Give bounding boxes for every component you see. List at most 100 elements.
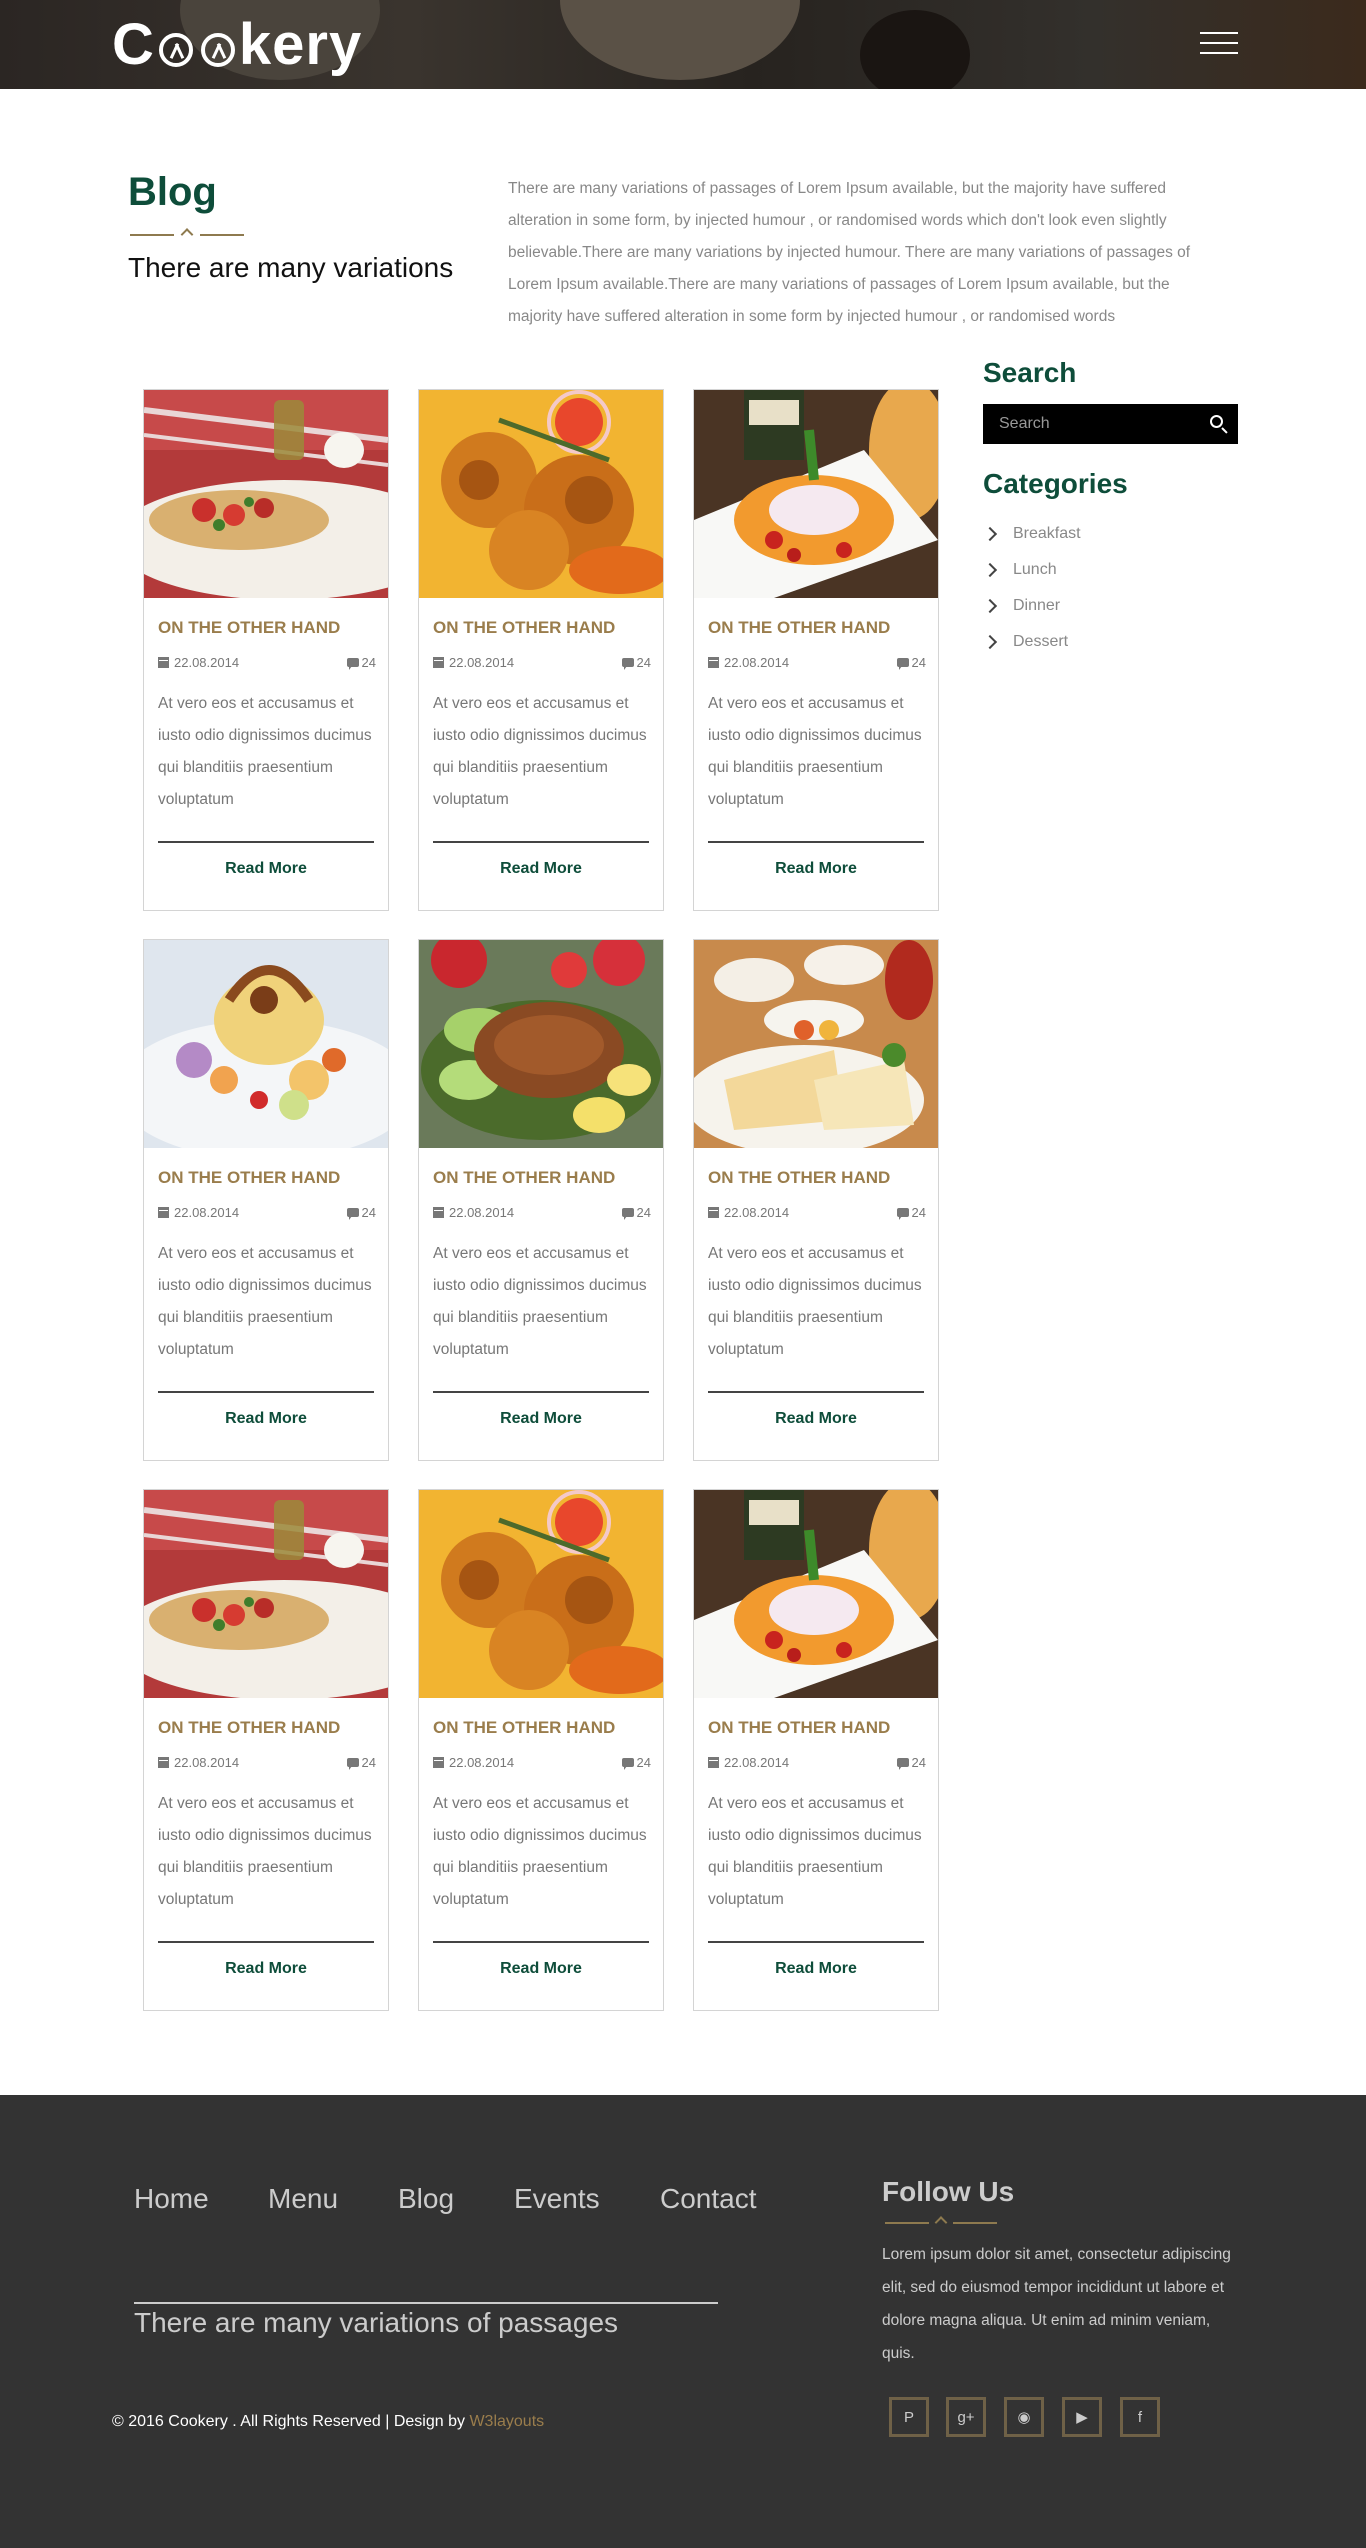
post-title[interactable]: ON THE OTHER HAND <box>433 1168 615 1188</box>
search-input[interactable] <box>983 404 1193 444</box>
blog-post-card: ON THE OTHER HAND 22.08.2014 24 At vero eos… <box>143 389 389 911</box>
page-title: Blog <box>128 170 217 214</box>
post-divider <box>433 841 649 843</box>
read-more-button[interactable]: Read More <box>419 1410 663 1428</box>
post-comments[interactable]: 24 <box>896 1205 926 1220</box>
logo-text: kery <box>238 11 363 77</box>
footer-nav-events[interactable]: Events <box>514 2183 600 2215</box>
post-title[interactable]: ON THE OTHER HAND <box>158 618 340 638</box>
category-link[interactable]: Lunch <box>982 557 1057 583</box>
designer-link[interactable]: W3layouts <box>469 2413 544 2430</box>
category-link[interactable]: Breakfast <box>982 521 1081 547</box>
read-more-button[interactable]: Read More <box>419 1960 663 1978</box>
post-image[interactable] <box>419 1490 663 1698</box>
category-link[interactable]: Dinner <box>982 593 1060 619</box>
facebook-icon[interactable]: f <box>1120 2397 1160 2437</box>
post-divider <box>708 1941 924 1943</box>
header-bg-plate <box>560 0 800 80</box>
post-title[interactable]: ON THE OTHER HAND <box>433 618 615 638</box>
post-excerpt: At vero eos et accusamus et iusto odio d… <box>708 1245 922 1358</box>
footer-nav-home[interactable]: Home <box>134 2183 209 2215</box>
copyright: © 2016 Cookery . All Rights Reserved | D… <box>112 2413 545 2430</box>
search-form <box>983 404 1238 444</box>
post-divider <box>433 1391 649 1393</box>
blog-post-card: ON THE OTHER HAND 22.08.2014 24 At vero eos… <box>418 939 664 1461</box>
post-image[interactable] <box>694 390 938 598</box>
blog-post-card: ON THE OTHER HAND 22.08.2014 24 At vero eos… <box>693 389 939 911</box>
calendar-icon <box>158 1207 169 1218</box>
post-title[interactable]: ON THE OTHER HAND <box>158 1718 340 1738</box>
hamburger-menu-icon[interactable] <box>1200 32 1238 56</box>
post-comments[interactable]: 24 <box>346 655 376 670</box>
post-comments[interactable]: 24 <box>621 655 651 670</box>
post-excerpt: At vero eos et accusamus et iusto odio d… <box>433 695 647 808</box>
post-image[interactable] <box>144 940 388 1148</box>
logo[interactable]: C kery <box>112 11 363 77</box>
post-image[interactable] <box>419 390 663 598</box>
blog-post-card: ON THE OTHER HAND 22.08.2014 24 At vero eos… <box>143 939 389 1461</box>
comment-icon <box>896 658 909 670</box>
read-more-button[interactable]: Read More <box>694 1960 938 1978</box>
chevron-right-icon <box>982 634 998 650</box>
read-more-button[interactable]: Read More <box>144 1960 388 1978</box>
instagram-icon[interactable]: ◉ <box>1004 2397 1044 2437</box>
post-comments[interactable]: 24 <box>621 1205 651 1220</box>
post-excerpt: At vero eos et accusamus et iusto odio d… <box>433 1795 647 1908</box>
post-excerpt: At vero eos et accusamus et iusto odio d… <box>433 1245 647 1358</box>
follow-us-heading: Follow Us <box>882 2176 1015 2207</box>
fork-icon <box>158 33 193 67</box>
calendar-icon <box>708 657 719 668</box>
read-more-button[interactable]: Read More <box>144 860 388 878</box>
read-more-button[interactable]: Read More <box>694 860 938 878</box>
post-title[interactable]: ON THE OTHER HAND <box>708 1168 890 1188</box>
comment-icon <box>346 658 359 670</box>
search-button[interactable] <box>1198 404 1238 444</box>
post-divider <box>158 1941 374 1943</box>
calendar-icon <box>708 1757 719 1768</box>
calendar-icon <box>433 1757 444 1768</box>
category-link[interactable]: Dessert <box>982 629 1068 655</box>
post-date: 22.08.2014 <box>158 655 239 670</box>
search-icon <box>1210 415 1223 428</box>
post-date: 22.08.2014 <box>433 655 514 670</box>
youtube-icon[interactable]: ▶ <box>1062 2397 1102 2437</box>
footer-tagline: There are many variations of passages <box>134 2307 619 2338</box>
read-more-button[interactable]: Read More <box>419 860 663 878</box>
post-divider <box>158 1391 374 1393</box>
post-image[interactable] <box>144 390 388 598</box>
calendar-icon <box>158 1757 169 1768</box>
pinterest-icon[interactable]: P <box>889 2397 929 2437</box>
post-title[interactable]: ON THE OTHER HAND <box>708 618 890 638</box>
post-comments[interactable]: 24 <box>346 1755 376 1770</box>
follow-us-text: Lorem ipsum dolor sit amet, consectetur … <box>882 2246 1231 2362</box>
post-title[interactable]: ON THE OTHER HAND <box>433 1718 615 1738</box>
read-more-button[interactable]: Read More <box>144 1410 388 1428</box>
header-bg-cup <box>860 10 970 89</box>
post-title[interactable]: ON THE OTHER HAND <box>708 1718 890 1738</box>
post-image[interactable] <box>419 940 663 1148</box>
comment-icon <box>621 1208 634 1220</box>
post-comments[interactable]: 24 <box>621 1755 651 1770</box>
post-image[interactable] <box>144 1490 388 1698</box>
fork-icon <box>200 33 235 67</box>
post-comments[interactable]: 24 <box>896 1755 926 1770</box>
post-date: 22.08.2014 <box>708 1205 789 1220</box>
footer-nav-menu[interactable]: Menu <box>268 2183 338 2215</box>
blog-post-card: ON THE OTHER HAND 22.08.2014 24 At vero eos… <box>418 389 664 911</box>
post-date: 22.08.2014 <box>708 1755 789 1770</box>
read-more-button[interactable]: Read More <box>694 1410 938 1428</box>
post-divider <box>158 841 374 843</box>
chevron-right-icon <box>982 526 998 542</box>
post-comments[interactable]: 24 <box>896 655 926 670</box>
post-comments[interactable]: 24 <box>346 1205 376 1220</box>
google-plus-icon[interactable]: g+ <box>946 2397 986 2437</box>
post-title[interactable]: ON THE OTHER HAND <box>158 1168 340 1188</box>
blog-post-card: ON THE OTHER HAND 22.08.2014 24 At vero eos… <box>418 1489 664 2011</box>
footer-nav-contact[interactable]: Contact <box>660 2183 757 2215</box>
chevron-right-icon <box>982 562 998 578</box>
post-image[interactable] <box>694 940 938 1148</box>
post-image[interactable] <box>694 1490 938 1698</box>
calendar-icon <box>433 657 444 668</box>
post-divider <box>708 841 924 843</box>
footer-nav-blog[interactable]: Blog <box>398 2183 454 2215</box>
